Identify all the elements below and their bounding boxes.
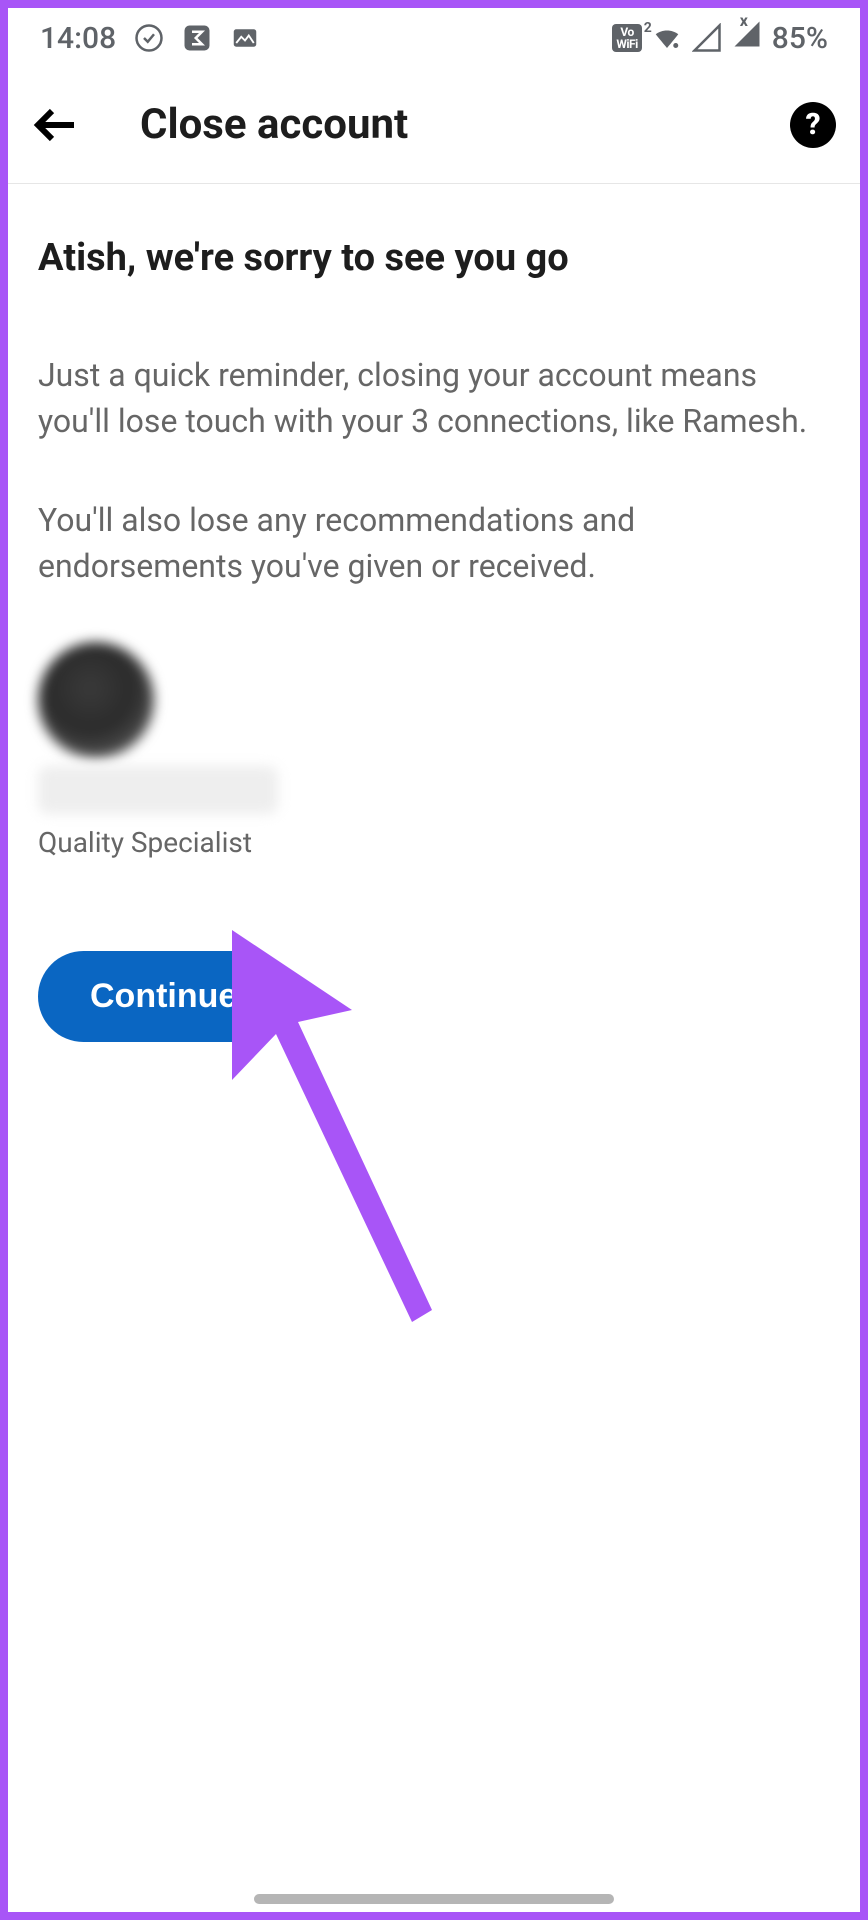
lose-info-text: You'll also lose any recommendations and… <box>38 497 830 590</box>
app-bar: Close account ? <box>0 72 868 184</box>
connection-profile: Quality Specialist <box>38 642 830 859</box>
help-icon[interactable]: ? <box>790 102 836 148</box>
checkmark-circle-icon <box>134 23 164 53</box>
vowifi-icon: VoWiFi 2 <box>612 24 641 52</box>
status-time: 14:08 <box>40 21 116 56</box>
page-title: Close account <box>140 100 730 149</box>
image-icon <box>230 23 260 53</box>
profile-name-redacted <box>38 766 278 814</box>
headline: Atish, we're sorry to see you go <box>38 236 830 280</box>
continue-button-label: Continue <box>90 977 237 1015</box>
continue-button[interactable]: Continue <box>38 951 289 1042</box>
sigma-app-icon <box>182 23 212 53</box>
status-bar: 14:08 VoWiFi 2 x 85% <box>0 0 868 72</box>
wifi-icon <box>652 23 682 53</box>
avatar <box>38 642 154 758</box>
signal-x-icon: x <box>732 19 762 57</box>
profile-subtitle: Quality Specialist <box>38 826 830 859</box>
reminder-text: Just a quick reminder, closing your acco… <box>38 352 830 445</box>
home-indicator <box>254 1894 614 1904</box>
back-arrow-icon[interactable] <box>32 101 80 149</box>
signal-empty-icon <box>692 23 722 53</box>
main-content: Atish, we're sorry to see you go Just a … <box>0 184 868 1042</box>
battery-percent: 85% <box>772 21 828 56</box>
